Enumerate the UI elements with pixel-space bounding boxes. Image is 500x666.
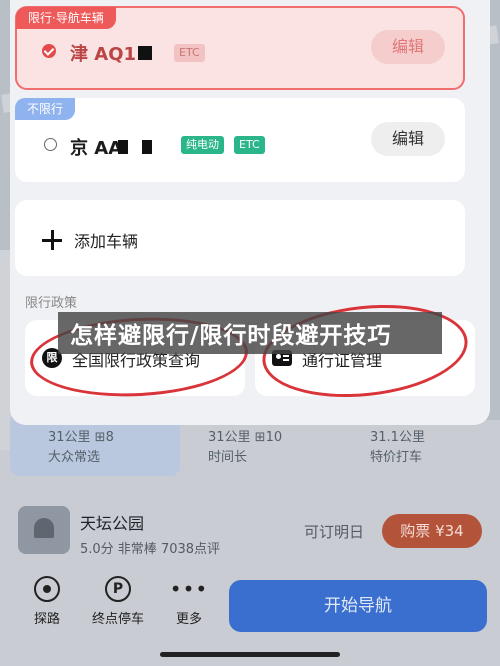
more-action[interactable]: ••• 更多 [159, 576, 219, 627]
plate-mask [142, 140, 152, 154]
selected-check-icon[interactable] [42, 44, 56, 58]
route-option-1-distance: 31公里 ⊞8 [48, 430, 114, 445]
restricted-tag: 限行·导航车辆 [16, 7, 116, 29]
overlay-title: 怎样避限行/限行时段避开技巧 [70, 323, 392, 349]
plate-number-unrestricted: 京 AA [70, 138, 123, 159]
plate-mask [118, 140, 128, 154]
plate-number-restricted: 津 AQ1 [70, 44, 137, 65]
edit-button-unrestricted[interactable]: 编辑 [371, 122, 445, 156]
poi-rating: 5.0分 非常棒 7038点评 [80, 542, 221, 557]
poi-name[interactable]: 天坛公园 [80, 510, 144, 534]
explore-route-action[interactable]: 探路 [17, 576, 77, 627]
buy-ticket-button[interactable]: 购票 ¥34 [382, 514, 482, 548]
route-option-2-label: 时间长 [208, 450, 248, 465]
route-option-3-label: 特价打车 [370, 450, 423, 465]
route-option-2-distance: 31公里 ⊞10 [208, 430, 283, 445]
edit-button-restricted[interactable]: 编辑 [371, 30, 445, 64]
poi-thumbnail[interactable] [18, 506, 70, 554]
start-navigation-button[interactable]: 开始导航 [229, 580, 487, 632]
parking-icon: P [105, 576, 131, 602]
radio-icon[interactable] [44, 138, 57, 151]
plus-icon [42, 230, 62, 250]
home-indicator [160, 652, 340, 657]
etc-chip: ETC [174, 44, 205, 62]
unrestricted-tag: 不限行 [15, 98, 76, 120]
add-vehicle-label: 添加车辆 [74, 232, 139, 251]
route-option-3-distance: 31.1公里 [370, 430, 425, 445]
plate-mask [138, 46, 152, 60]
action-label: 更多 [175, 612, 202, 627]
policy-section-title: 限行政策 [25, 296, 78, 311]
destination-parking-action[interactable]: P 终点停车 [88, 576, 148, 627]
poi-availability: 可订明日 [304, 523, 365, 541]
radar-icon [34, 576, 60, 602]
etc-chip: ETC [234, 136, 265, 154]
action-label: 探路 [33, 612, 60, 627]
electric-chip: 纯电动 [181, 136, 224, 154]
action-label: 终点停车 [91, 612, 144, 627]
more-icon: ••• [169, 577, 209, 601]
route-option-1-label: 大众常选 [48, 450, 101, 465]
